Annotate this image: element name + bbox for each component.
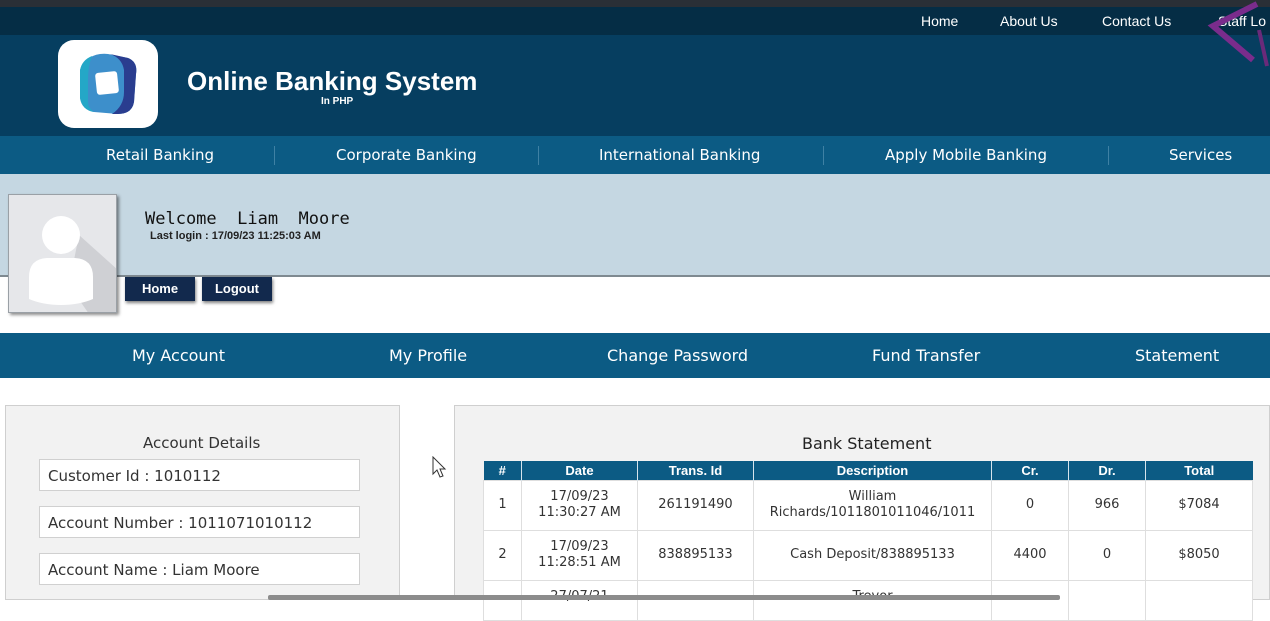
top-nav-home-link[interactable]: Home <box>921 7 958 35</box>
cell-number: 1 <box>483 479 522 531</box>
cell-credit: 0 <box>991 479 1069 531</box>
logout-button[interactable]: Logout <box>202 277 272 301</box>
cell-credit <box>991 579 1069 621</box>
account-details-title: Account Details <box>143 434 261 452</box>
table-row: 2 17/09/23 11:28:51 AM 838895133 Cash De… <box>483 529 1253 581</box>
window-top-strip <box>0 0 1270 7</box>
main-nav-divider <box>274 146 275 165</box>
cell-trans-id: 261191490 <box>637 479 754 531</box>
main-nav-corporate-banking[interactable]: Corporate Banking <box>336 136 477 174</box>
main-nav-retail-banking[interactable]: Retail Banking <box>106 136 214 174</box>
user-avatar-icon <box>8 194 117 313</box>
col-header-description: Description <box>753 461 992 480</box>
main-nav-divider <box>1108 146 1109 165</box>
account-menu-change-password[interactable]: Change Password <box>607 333 748 378</box>
cell-date: 17/09/23 11:28:51 AM <box>521 529 638 581</box>
site-subtitle: In PHP <box>321 96 354 107</box>
customer-id-text: Customer Id : 1010112 <box>48 467 221 485</box>
cell-total: $7084 <box>1145 479 1253 531</box>
main-nav-international-banking[interactable]: International Banking <box>599 136 760 174</box>
top-nav-contact-link[interactable]: Contact Us <box>1102 7 1171 35</box>
cell-credit: 4400 <box>991 529 1069 581</box>
main-nav-apply-mobile-banking[interactable]: Apply Mobile Banking <box>885 136 1047 174</box>
site-header: Online Banking System In PHP <box>0 35 1270 136</box>
account-menu-my-profile[interactable]: My Profile <box>389 333 467 378</box>
col-header-date: Date <box>521 461 638 480</box>
top-nav-about-link[interactable]: About Us <box>1000 7 1058 35</box>
cell-debit: 966 <box>1068 479 1146 531</box>
account-menu-fund-transfer[interactable]: Fund Transfer <box>872 333 980 378</box>
last-login-text: Last login : 17/09/23 11:25:03 AM <box>150 230 321 242</box>
cell-total <box>1145 579 1253 621</box>
cell-total: $8050 <box>1145 529 1253 581</box>
main-nav-divider <box>823 146 824 165</box>
account-number-text: Account Number : 1011071010112 <box>48 514 313 532</box>
cell-number: 2 <box>483 529 522 581</box>
bank-logo-icon[interactable] <box>58 40 158 128</box>
account-menu: My Account My Profile Change Password Fu… <box>0 333 1270 378</box>
col-header-trans-id: Trans. Id <box>637 461 754 480</box>
top-nav: Home About Us Contact Us Staff Lo <box>0 7 1270 35</box>
main-nav: Retail Banking Corporate Banking Interna… <box>0 136 1270 174</box>
col-header-credit: Cr. <box>991 461 1069 480</box>
account-menu-my-account[interactable]: My Account <box>132 333 225 378</box>
cell-date: 17/09/23 11:30:27 AM <box>521 479 638 531</box>
cell-trans-id <box>637 579 754 621</box>
home-button[interactable]: Home <box>125 277 195 301</box>
cell-description: William Richards/1011801011046/1011 <box>753 479 992 531</box>
account-name-text: Account Name : Liam Moore <box>48 561 260 579</box>
cell-description: Cash Deposit/838895133 <box>753 529 992 581</box>
cell-date: 27/07/21 <box>521 579 638 621</box>
table-row: 27/07/21 Trevor <box>483 579 1253 621</box>
cell-debit <box>1068 579 1146 621</box>
account-menu-statement[interactable]: Statement <box>1135 333 1219 378</box>
statement-header-row: # Date Trans. Id Description Cr. Dr. Tot… <box>483 461 1253 480</box>
site-title: Online Banking System <box>187 66 478 96</box>
cell-debit: 0 <box>1068 529 1146 581</box>
cell-trans-id: 838895133 <box>637 529 754 581</box>
col-header-total: Total <box>1145 461 1253 480</box>
table-row: 1 17/09/23 11:30:27 AM 261191490 William… <box>483 479 1253 531</box>
col-header-debit: Dr. <box>1068 461 1146 480</box>
horizontal-scrollbar[interactable] <box>268 595 1060 600</box>
account-name-field: Account Name : Liam Moore <box>39 553 360 585</box>
corner-overlay-icon <box>1207 1 1269 67</box>
main-nav-services[interactable]: Services <box>1169 136 1232 174</box>
welcome-message: Welcome Liam Moore <box>145 209 350 229</box>
bank-statement-title: Bank Statement <box>802 434 932 453</box>
col-header-number: # <box>483 461 522 480</box>
mouse-cursor-icon <box>432 456 447 478</box>
cell-description: Trevor <box>753 579 992 621</box>
customer-id-field: Customer Id : 1010112 <box>39 459 360 491</box>
cell-number <box>483 579 522 621</box>
main-nav-divider <box>538 146 539 165</box>
account-number-field: Account Number : 1011071010112 <box>39 506 360 538</box>
